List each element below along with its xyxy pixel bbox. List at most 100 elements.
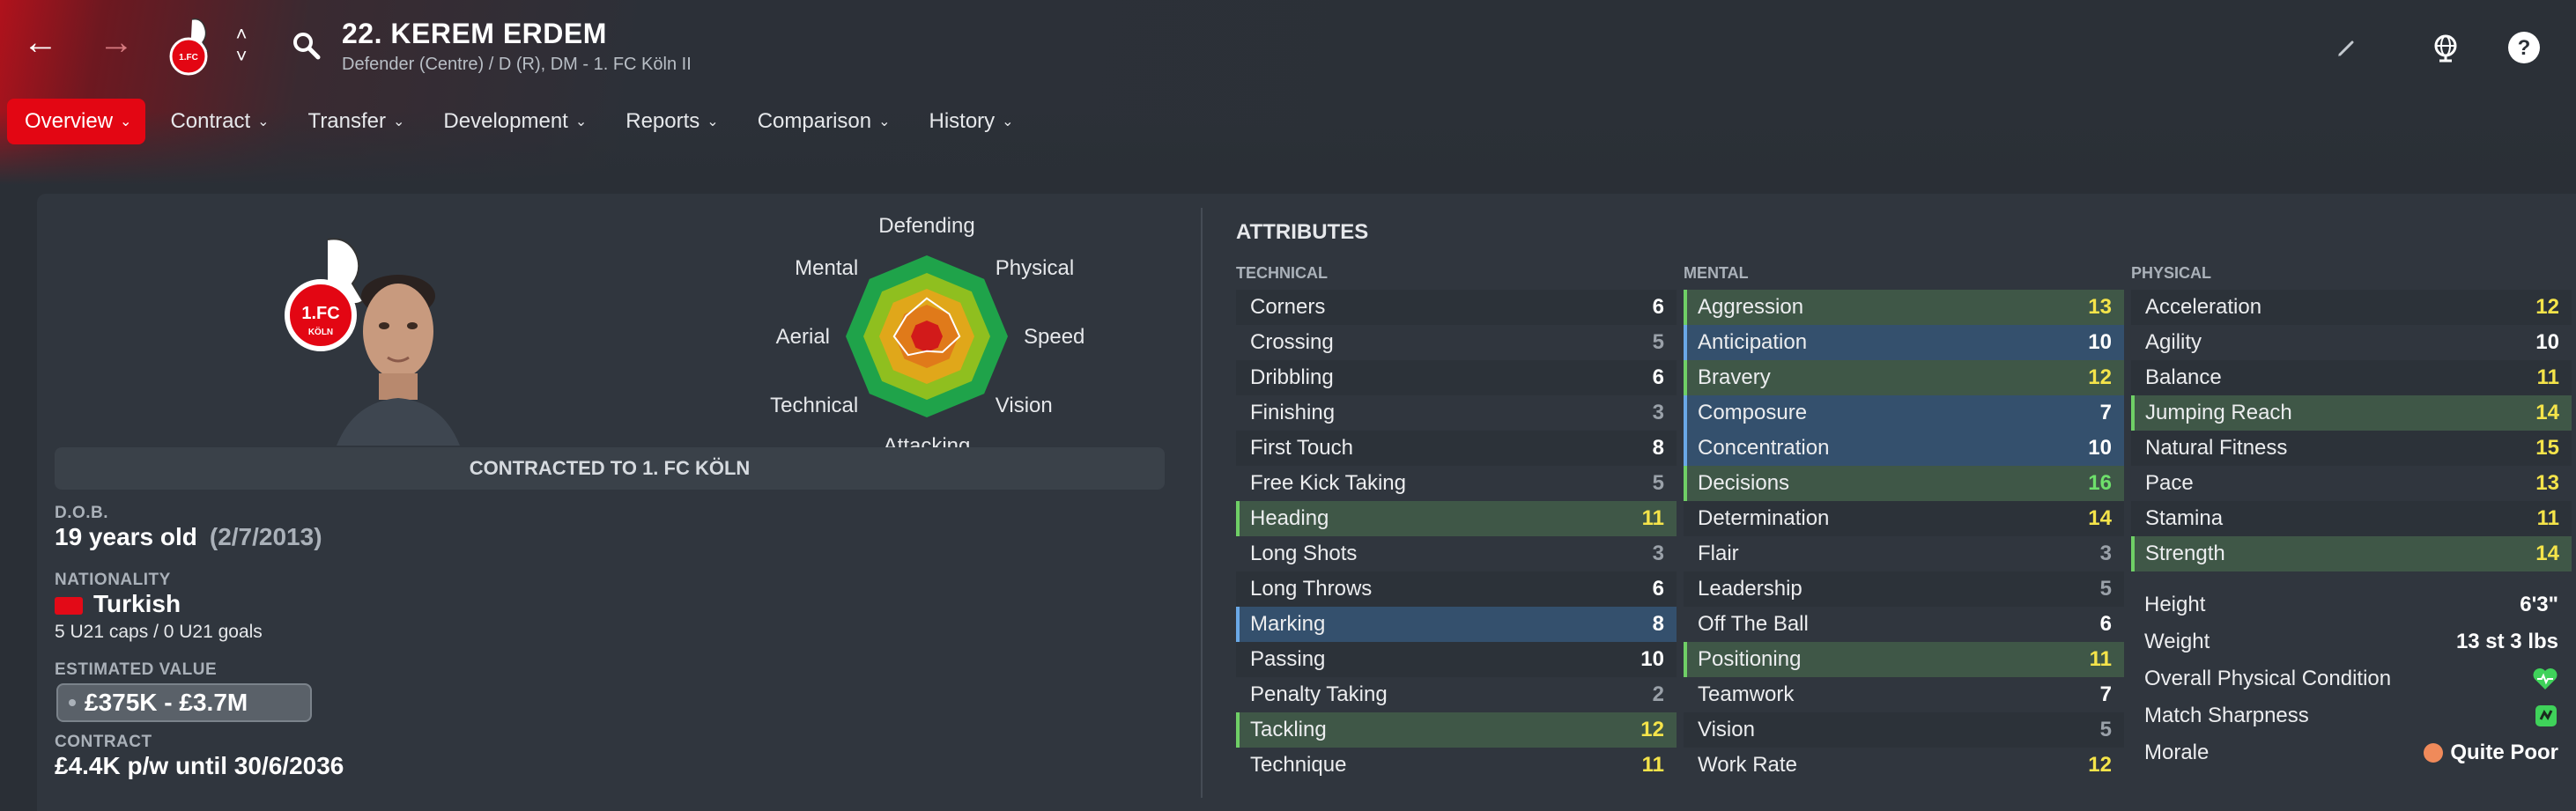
attribute-row-leadership[interactable]: Leadership 5 xyxy=(1684,571,2124,607)
attribute-row-stamina[interactable]: Stamina 11 xyxy=(2131,501,2572,536)
attribute-row-penalty-taking[interactable]: Penalty Taking 2 xyxy=(1236,677,1677,712)
attribute-row-heading[interactable]: Heading 11 xyxy=(1236,501,1677,536)
contract-banner: CONTRACTED TO 1. FC KÖLN xyxy=(55,447,1165,490)
attribute-row-first-touch[interactable]: First Touch 8 xyxy=(1236,431,1677,466)
attribute-row-technique[interactable]: Technique 11 xyxy=(1236,748,1677,783)
attribute-value: 3 xyxy=(1652,401,1664,424)
attribute-name: Agility xyxy=(2145,330,2202,354)
attribute-row-long-throws[interactable]: Long Throws 6 xyxy=(1236,571,1677,607)
radar-label-defending: Defending xyxy=(878,215,974,238)
attribute-row-dribbling[interactable]: Dribbling 6 xyxy=(1236,360,1677,395)
attribute-value: 11 xyxy=(2536,506,2559,530)
back-arrow-icon[interactable]: ← xyxy=(23,25,58,60)
attribute-name: Crossing xyxy=(1250,330,1334,354)
attribute-value: 10 xyxy=(2535,330,2559,354)
attribute-row-long-shots[interactable]: Long Shots 3 xyxy=(1236,536,1677,571)
tab-history[interactable]: History ⌄ xyxy=(912,99,1028,144)
attribute-row-natural-fitness[interactable]: Natural Fitness 15 xyxy=(2131,431,2572,466)
attribute-row-work-rate[interactable]: Work Rate 12 xyxy=(1684,748,2124,783)
attribute-row-anticipation[interactable]: Anticipation 10 xyxy=(1684,325,2124,360)
chevron-up-icon[interactable]: ˄ xyxy=(231,25,252,44)
nationality-value[interactable]: Turkish xyxy=(55,590,181,618)
caps-text: 5 U21 caps / 0 U21 goals xyxy=(55,622,263,642)
attribute-value: 10 xyxy=(2088,330,2112,354)
tab-transfer[interactable]: Transfer ⌄ xyxy=(291,99,419,144)
attribute-row-agility[interactable]: Agility 10 xyxy=(2131,325,2572,360)
club-badge-icon[interactable]: 1.FC xyxy=(166,16,222,77)
attribute-name: Vision xyxy=(1698,718,1755,741)
search-icon[interactable] xyxy=(291,30,322,62)
attribute-name: Aggression xyxy=(1698,295,1804,319)
attribute-row-free-kick-taking[interactable]: Free Kick Taking 5 xyxy=(1236,466,1677,501)
chevron-down-icon: ⌄ xyxy=(257,114,270,129)
heart-icon[interactable] xyxy=(2532,667,2558,691)
pencil-icon[interactable] xyxy=(2329,30,2365,65)
svg-text:?: ? xyxy=(2518,36,2531,60)
morale-value[interactable]: Quite Poor xyxy=(2424,741,2558,765)
attribute-name: Balance xyxy=(2145,365,2222,389)
attribute-row-teamwork[interactable]: Teamwork 7 xyxy=(1684,677,2124,712)
tab-development[interactable]: Development ⌄ xyxy=(426,99,601,144)
attribute-value: 5 xyxy=(2099,718,2112,741)
attribute-row-determination[interactable]: Determination 14 xyxy=(1684,501,2124,536)
attribute-value: 12 xyxy=(1640,718,1664,741)
attribute-name: Heading xyxy=(1250,506,1329,530)
physical-attributes: Acceleration 12 Agility 10 Balance 11 Jumping … xyxy=(2131,290,2572,571)
chevron-down-icon: ⌄ xyxy=(707,114,719,129)
chevron-down-icon: ⌄ xyxy=(574,114,588,129)
sharpness-icon[interactable] xyxy=(2534,704,2558,728)
attribute-name: Teamwork xyxy=(1698,682,1795,706)
attribute-row-off-the-ball[interactable]: Off The Ball 6 xyxy=(1684,607,2124,642)
attribute-row-decisions[interactable]: Decisions 16 xyxy=(1684,466,2124,501)
attribute-row-acceleration[interactable]: Acceleration 12 xyxy=(2131,290,2572,325)
attribute-row-aggression[interactable]: Aggression 13 xyxy=(1684,290,2124,325)
physical-header: PHYSICAL xyxy=(2131,264,2212,282)
estimated-value-badge[interactable]: £375K - £3.7M xyxy=(56,683,312,722)
weight-row: Weight 13 st 3 lbs xyxy=(2144,630,2558,653)
attribute-value: 14 xyxy=(2535,542,2559,565)
chevron-down-icon[interactable]: ˅ xyxy=(231,47,252,66)
attribute-row-tackling[interactable]: Tackling 12 xyxy=(1236,712,1677,748)
chevron-down-icon: ⌄ xyxy=(393,114,405,129)
attribute-name: Corners xyxy=(1250,295,1326,319)
globe-icon[interactable] xyxy=(2428,30,2463,65)
attribute-value: 3 xyxy=(2099,542,2112,565)
attribute-row-finishing[interactable]: Finishing 3 xyxy=(1236,395,1677,431)
attribute-name: Dribbling xyxy=(1250,365,1334,389)
attribute-row-composure[interactable]: Composure 7 xyxy=(1684,395,2124,431)
attribute-name: Determination xyxy=(1698,506,1830,530)
attribute-name: Tackling xyxy=(1250,718,1327,741)
height-row: Height 6'3" xyxy=(2144,593,2558,616)
attribute-row-strength[interactable]: Strength 14 xyxy=(2131,536,2572,571)
attribute-name: Long Shots xyxy=(1250,542,1358,565)
attribute-row-vision[interactable]: Vision 5 xyxy=(1684,712,2124,748)
attribute-value: 7 xyxy=(2099,682,2112,706)
attribute-row-flair[interactable]: Flair 3 xyxy=(1684,536,2124,571)
radar-label-physical: Physical xyxy=(996,256,1074,280)
attribute-row-positioning[interactable]: Positioning 11 xyxy=(1684,642,2124,677)
header: ← → 1.FC ˄ ˅ 22. KEREM ERDEM Defender (C… xyxy=(0,0,2576,92)
forward-arrow-icon[interactable]: → xyxy=(99,25,134,60)
tab-overview[interactable]: Overview ⌄ xyxy=(7,99,146,144)
attribute-row-passing[interactable]: Passing 10 xyxy=(1236,642,1677,677)
player-portrait: 1.FC KÖLN xyxy=(285,238,460,446)
help-icon[interactable]: ? xyxy=(2506,30,2542,65)
attribute-row-bravery[interactable]: Bravery 12 xyxy=(1684,360,2124,395)
attribute-row-pace[interactable]: Pace 13 xyxy=(2131,466,2572,501)
tab-comparison[interactable]: Comparison ⌄ xyxy=(740,99,905,144)
attribute-value: 3 xyxy=(1652,542,1664,565)
attribute-row-crossing[interactable]: Crossing 5 xyxy=(1236,325,1677,360)
attribute-row-jumping-reach[interactable]: Jumping Reach 14 xyxy=(2131,395,2572,431)
attribute-row-concentration[interactable]: Concentration 10 xyxy=(1684,431,2124,466)
tab-contract[interactable]: Contract ⌄ xyxy=(152,99,283,144)
attribute-row-balance[interactable]: Balance 11 xyxy=(2131,360,2572,395)
player-position-club: Defender (Centre) / D (R), DM - 1. FC Kö… xyxy=(342,55,692,74)
attribute-value: 13 xyxy=(2535,471,2559,495)
attribute-value: 6 xyxy=(2099,612,2112,636)
technical-header: TECHNICAL xyxy=(1236,264,1328,282)
attribute-value: 2 xyxy=(1652,682,1664,706)
tab-reports[interactable]: Reports ⌄ xyxy=(608,99,732,144)
attribute-row-marking[interactable]: Marking 8 xyxy=(1236,607,1677,642)
attribute-value: 10 xyxy=(2088,436,2112,460)
attribute-row-corners[interactable]: Corners 6 xyxy=(1236,290,1677,325)
